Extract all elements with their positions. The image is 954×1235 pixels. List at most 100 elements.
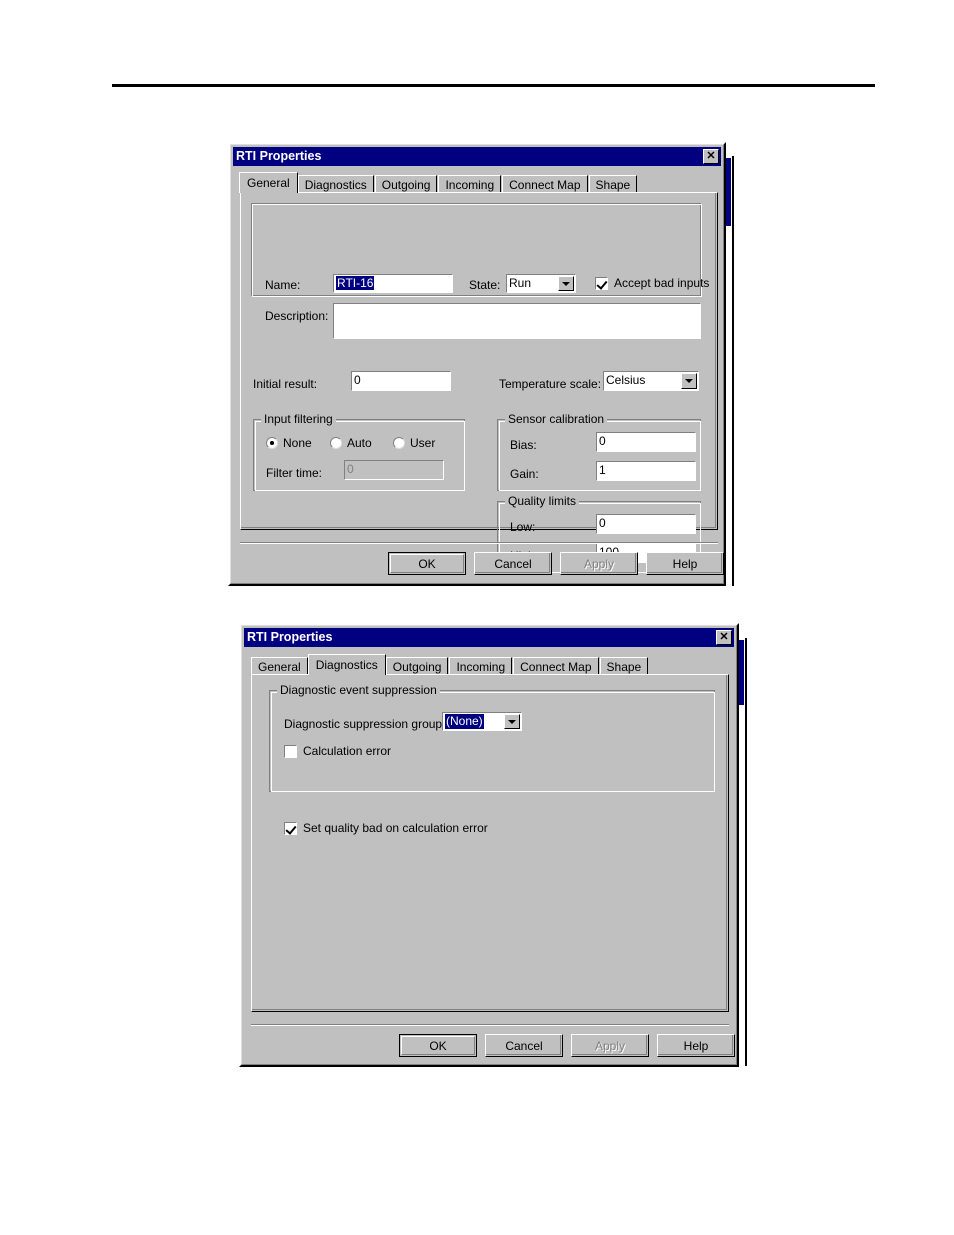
background-window-client-strip-1 [726,226,731,586]
temperature-scale-label: Temperature scale: [499,377,602,391]
bias-input[interactable]: 0 [596,432,696,452]
tab-page-general: Name: RTI-16 State: Run Accept bad input… [240,192,718,573]
dialog-title: RTI Properties [247,630,333,644]
filter-option-label: User [410,436,436,450]
chevron-down-icon[interactable] [504,714,520,729]
close-icon[interactable]: ✕ [716,630,732,645]
tab-diagnostics[interactable]: Diagnostics [307,654,386,675]
apply-button: Apply [571,1034,649,1057]
tab-diagnostics[interactable]: Diagnostics [297,175,374,193]
help-button-label: Help [683,1038,709,1053]
rti-properties-dialog-diagnostics[interactable]: RTI Properties ✕ General Diagnostics Out… [239,623,739,1067]
ok-button-label: OK [418,556,436,571]
help-button[interactable]: Help [646,552,724,575]
button-bar-separator [240,542,718,544]
name-input[interactable]: RTI-16 [333,274,453,293]
low-label: Low: [510,520,536,534]
set-quality-bad-checkbox[interactable]: Set quality bad on calculation error [284,821,488,835]
tab-label: Connect Map [520,660,592,674]
diagnostic-suppression-group-label: Diagnostic suppression group: [284,717,446,731]
close-icon-glyph: ✕ [706,150,716,162]
tab-strip[interactable]: General Diagnostics Outgoing Incoming Co… [239,172,638,193]
dialog-titlebar[interactable]: RTI Properties ✕ [244,628,734,647]
filter-option-user[interactable]: User [393,436,435,450]
tab-connect-map[interactable]: Connect Map [502,175,588,193]
filter-time-value: 0 [347,462,354,476]
diagnostic-event-suppression-title: Diagnostic event suppression [277,684,440,696]
dialog-titlebar[interactable]: RTI Properties ✕ [233,147,721,166]
tab-label: Connect Map [509,178,581,192]
chevron-down-icon[interactable] [558,276,574,291]
chevron-down-icon[interactable] [681,373,697,389]
close-icon[interactable]: ✕ [703,149,719,164]
temperature-scale-dropdown[interactable]: Celsius [603,371,699,391]
background-window-edge-2 [745,638,747,1066]
tab-shape[interactable]: Shape [588,175,638,193]
name-input-value: RTI-16 [336,276,375,290]
bias-value: 0 [599,434,606,448]
background-window-client-strip-2 [739,705,744,1066]
low-input[interactable]: 0 [596,514,696,534]
gain-label: Gain: [510,467,539,481]
tab-shape[interactable]: Shape [599,657,649,675]
ok-button-label: OK [429,1038,447,1053]
checkbox-box [284,744,297,758]
tab-label: Shape [595,178,631,192]
tab-page-diagnostics: Diagnostic event suppression Diagnostic … [251,674,729,1012]
page-horizontal-rule [112,84,875,87]
tab-outgoing[interactable]: Outgoing [385,657,449,675]
tab-label: Incoming [456,660,506,674]
filter-time-input[interactable]: 0 [344,460,444,480]
radio-circle [266,437,278,449]
cancel-button-label: Cancel [494,556,532,571]
background-window-titlebar-strip-1 [726,158,731,226]
help-button[interactable]: Help [657,1034,735,1057]
apply-button: Apply [560,552,638,575]
radio-circle [393,437,405,449]
low-value: 0 [599,516,606,530]
radio-circle [330,437,342,449]
tab-label: Diagnostics [304,178,367,192]
name-label: Name: [265,278,301,292]
accept-bad-inputs-label: Accept bad inputs [614,276,710,290]
initial-result-label: Initial result: [253,377,318,391]
help-button-label: Help [672,556,698,571]
tab-incoming[interactable]: Incoming [449,657,513,675]
state-dropdown[interactable]: Run [506,274,576,293]
calculation-error-checkbox[interactable]: Calculation error [284,744,391,758]
accept-bad-inputs-checkbox[interactable]: Accept bad inputs [595,276,709,290]
calculation-error-label: Calculation error [303,744,392,758]
tab-label: Outgoing [381,178,431,192]
filter-option-label: Auto [347,436,372,450]
background-window-titlebar-strip-2 [739,640,744,705]
ok-button[interactable]: OK [399,1034,477,1057]
sensor-calibration-title: Sensor calibration [505,413,608,425]
tab-general[interactable]: General [239,172,298,193]
initial-result-value: 0 [354,373,361,387]
tab-label: General [247,176,290,190]
tab-outgoing[interactable]: Outgoing [374,175,438,193]
cancel-button[interactable]: Cancel [485,1034,563,1057]
input-filtering-title: Input filtering [261,413,336,425]
gain-input[interactable]: 1 [596,461,696,481]
state-dropdown-value: Run [509,276,532,290]
initial-result-input[interactable]: 0 [351,371,451,391]
bias-label: Bias: [510,438,537,452]
input-filtering-group: Input filtering [253,413,465,491]
tab-strip[interactable]: General Diagnostics Outgoing Incoming Co… [251,654,649,675]
description-input[interactable] [333,303,701,339]
description-label: Description: [265,309,329,323]
tab-incoming[interactable]: Incoming [438,175,502,193]
tab-general[interactable]: General [251,657,308,675]
cancel-button[interactable]: Cancel [474,552,552,575]
ok-button[interactable]: OK [388,552,466,575]
tab-label: Diagnostics [315,658,378,672]
apply-button-label: Apply [583,556,615,571]
tab-connect-map[interactable]: Connect Map [513,657,599,675]
rti-properties-dialog-general[interactable]: RTI Properties ✕ General Diagnostics Out… [228,142,726,586]
quality-limits-title: Quality limits [505,495,580,507]
filter-option-auto[interactable]: Auto [330,436,372,450]
diagnostic-suppression-group-dropdown[interactable]: (None) [442,712,522,731]
diagnostic-event-suppression-group: Diagnostic event suppression [269,684,715,792]
filter-option-none[interactable]: None [266,436,312,450]
